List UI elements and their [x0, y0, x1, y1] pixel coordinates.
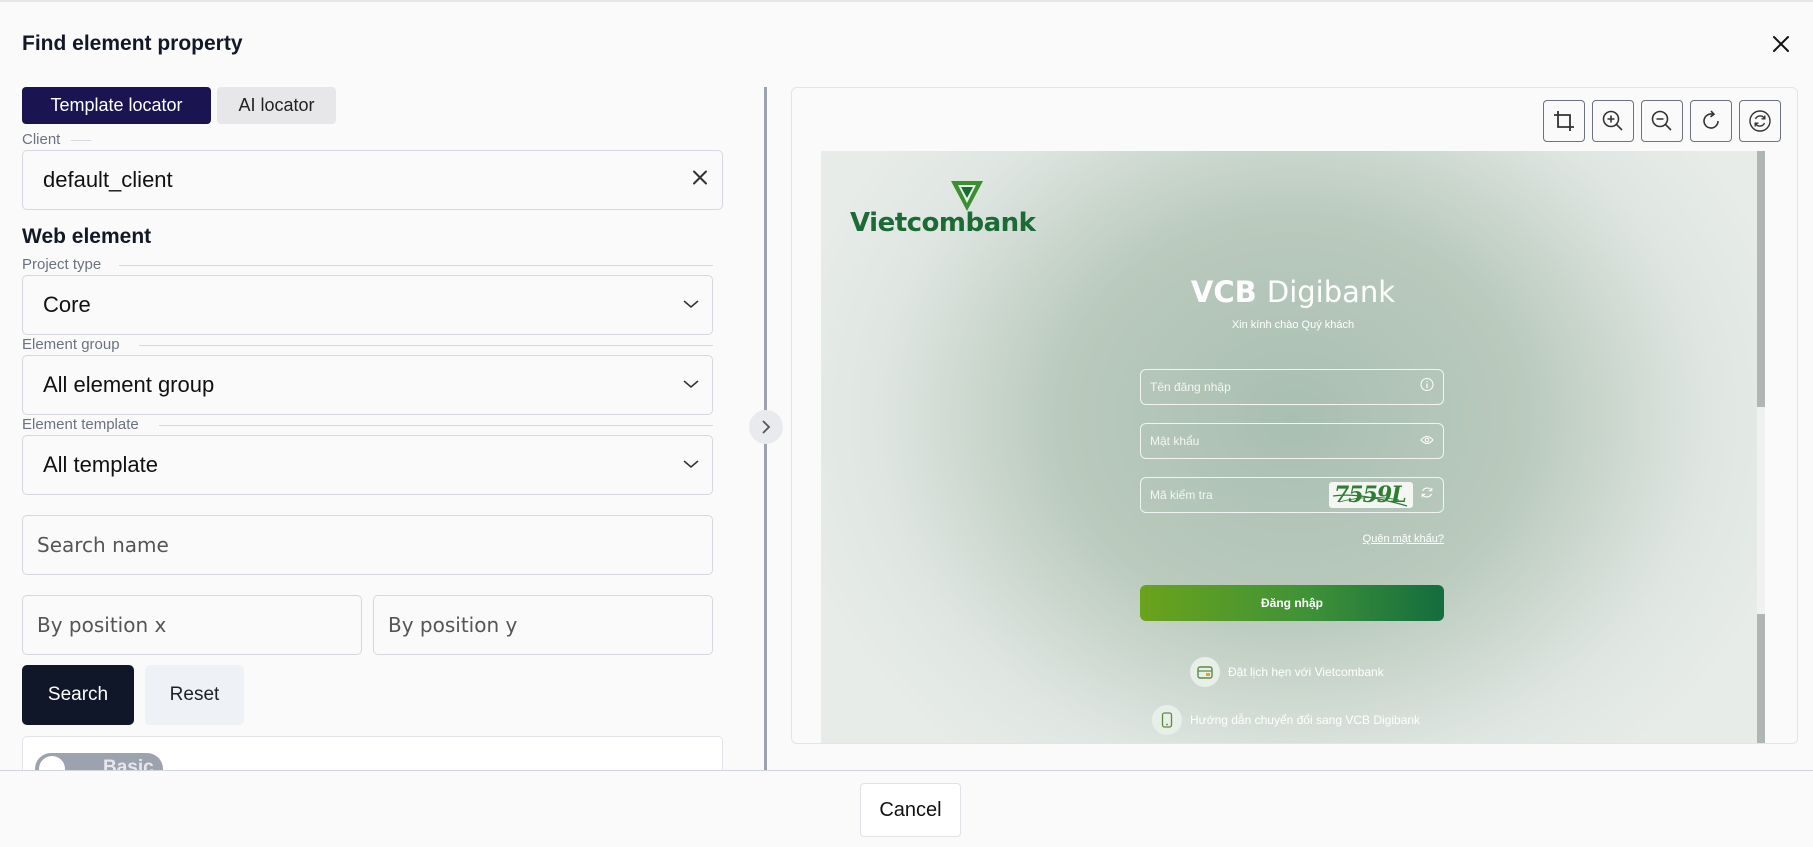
- guide-link[interactable]: Hướng dẫn chuyển đổi sang VCB Digibank: [1152, 705, 1420, 735]
- tab-template-locator[interactable]: Template locator: [22, 87, 211, 124]
- zoom-out-button[interactable]: [1641, 100, 1683, 142]
- element-template-value: All template: [43, 452, 158, 477]
- cancel-button[interactable]: Cancel: [860, 783, 961, 837]
- top-divider: [0, 0, 1813, 2]
- appointment-link-label: Đặt lịch hẹn với Vietcombank: [1228, 665, 1384, 679]
- project-type-value: Core: [43, 292, 91, 317]
- zoom-in-icon: [1602, 110, 1623, 131]
- eye-icon: [1420, 432, 1434, 450]
- vcb-subtitle: Xin kính chào Quý khách: [1231, 319, 1355, 331]
- scroll-thumb-lower[interactable]: [1757, 614, 1765, 743]
- zoom-out-icon: [1651, 110, 1672, 131]
- vcb-logo-icon: [949, 179, 985, 218]
- guide-link-label: Hướng dẫn chuyển đổi sang VCB Digibank: [1190, 713, 1421, 727]
- position-y-placeholder: By position y: [388, 613, 518, 637]
- target-screenshot[interactable]: Vietcombank VCB Digibank Xin kính chào Q…: [821, 151, 1765, 743]
- position-x-input[interactable]: By position x: [22, 595, 362, 655]
- refresh-icon: [1749, 110, 1771, 132]
- vcb-title: VCB Digibank: [821, 275, 1765, 309]
- client-label: Client: [22, 131, 69, 148]
- element-template-label: Element template: [22, 416, 147, 433]
- calendar-icon: [1190, 657, 1220, 687]
- username-placeholder: Tên đăng nhập: [1150, 380, 1231, 394]
- crop-button[interactable]: [1543, 100, 1585, 142]
- tab-ai-locator[interactable]: AI locator: [217, 87, 336, 124]
- basic-toggle[interactable]: Basic: [35, 753, 163, 770]
- basic-mode-card: Basic: [22, 736, 723, 770]
- rotate-button[interactable]: [1690, 100, 1732, 142]
- vcb-title-light: Digibank: [1266, 275, 1396, 309]
- chevron-down-icon: [682, 376, 700, 394]
- rotate-icon: [1703, 110, 1719, 129]
- appointment-link[interactable]: Đặt lịch hẹn với Vietcombank: [1190, 657, 1384, 687]
- project-type-select[interactable]: Project type Core: [22, 256, 713, 335]
- vcb-username-input[interactable]: Tên đăng nhập: [1140, 369, 1444, 405]
- legend-line: [139, 345, 713, 346]
- toggle-knob: [39, 756, 65, 770]
- vcb-password-input[interactable]: Mật khẩu: [1140, 423, 1444, 459]
- info-icon: [1420, 378, 1434, 397]
- vcb-logo: Vietcombank: [850, 208, 1036, 238]
- element-group-label: Element group: [22, 336, 128, 353]
- clear-client-button[interactable]: [692, 170, 708, 191]
- project-type-label: Project type: [22, 256, 110, 273]
- chevron-right-icon: [762, 420, 771, 434]
- close-icon: [1773, 36, 1789, 52]
- search-button[interactable]: Search: [22, 665, 134, 725]
- forgot-password-link[interactable]: Quên mật khẩu?: [1363, 533, 1444, 545]
- phone-icon: [1152, 705, 1182, 735]
- section-title-web-element: Web element: [22, 225, 152, 248]
- position-y-input[interactable]: By position y: [373, 595, 713, 655]
- reset-button[interactable]: Reset: [145, 665, 244, 725]
- scroll-thumb[interactable]: [1757, 151, 1765, 407]
- zoom-in-button[interactable]: [1592, 100, 1634, 142]
- captcha-refresh-icon[interactable]: [1420, 486, 1434, 505]
- client-value: default_client: [43, 167, 173, 192]
- legend-line: [119, 265, 713, 266]
- vcb-login-button[interactable]: Đăng nhập: [1140, 585, 1444, 621]
- dialog-title: Find element property: [22, 32, 243, 55]
- legend-line: [71, 140, 91, 141]
- toggle-label: Basic: [103, 757, 154, 770]
- vcb-captcha-input[interactable]: Mã kiểm tra 7559L: [1140, 477, 1444, 513]
- chevron-down-icon: [682, 296, 700, 314]
- element-group-select[interactable]: Element group All element group: [22, 336, 713, 415]
- crop-icon: [1554, 111, 1574, 131]
- client-field[interactable]: Client default_client: [22, 131, 723, 210]
- position-x-placeholder: By position x: [37, 613, 167, 637]
- clear-icon: [693, 170, 707, 185]
- vcb-title-bold: VCB: [1190, 275, 1257, 309]
- captcha-image: 7559L: [1329, 482, 1413, 508]
- element-group-value: All element group: [43, 372, 215, 397]
- expand-panel-button[interactable]: [749, 410, 783, 444]
- element-template-select[interactable]: Element template All template: [22, 416, 713, 495]
- close-button[interactable]: [1767, 30, 1795, 58]
- legend-line: [159, 425, 713, 426]
- captcha-placeholder: Mã kiểm tra: [1150, 488, 1213, 502]
- search-name-input[interactable]: Search name: [22, 515, 713, 575]
- password-placeholder: Mật khẩu: [1150, 434, 1200, 448]
- refresh-button[interactable]: [1739, 100, 1781, 142]
- preview-scrollbar[interactable]: [1757, 151, 1765, 743]
- chevron-down-icon: [682, 456, 700, 474]
- search-name-placeholder: Search name: [37, 533, 169, 557]
